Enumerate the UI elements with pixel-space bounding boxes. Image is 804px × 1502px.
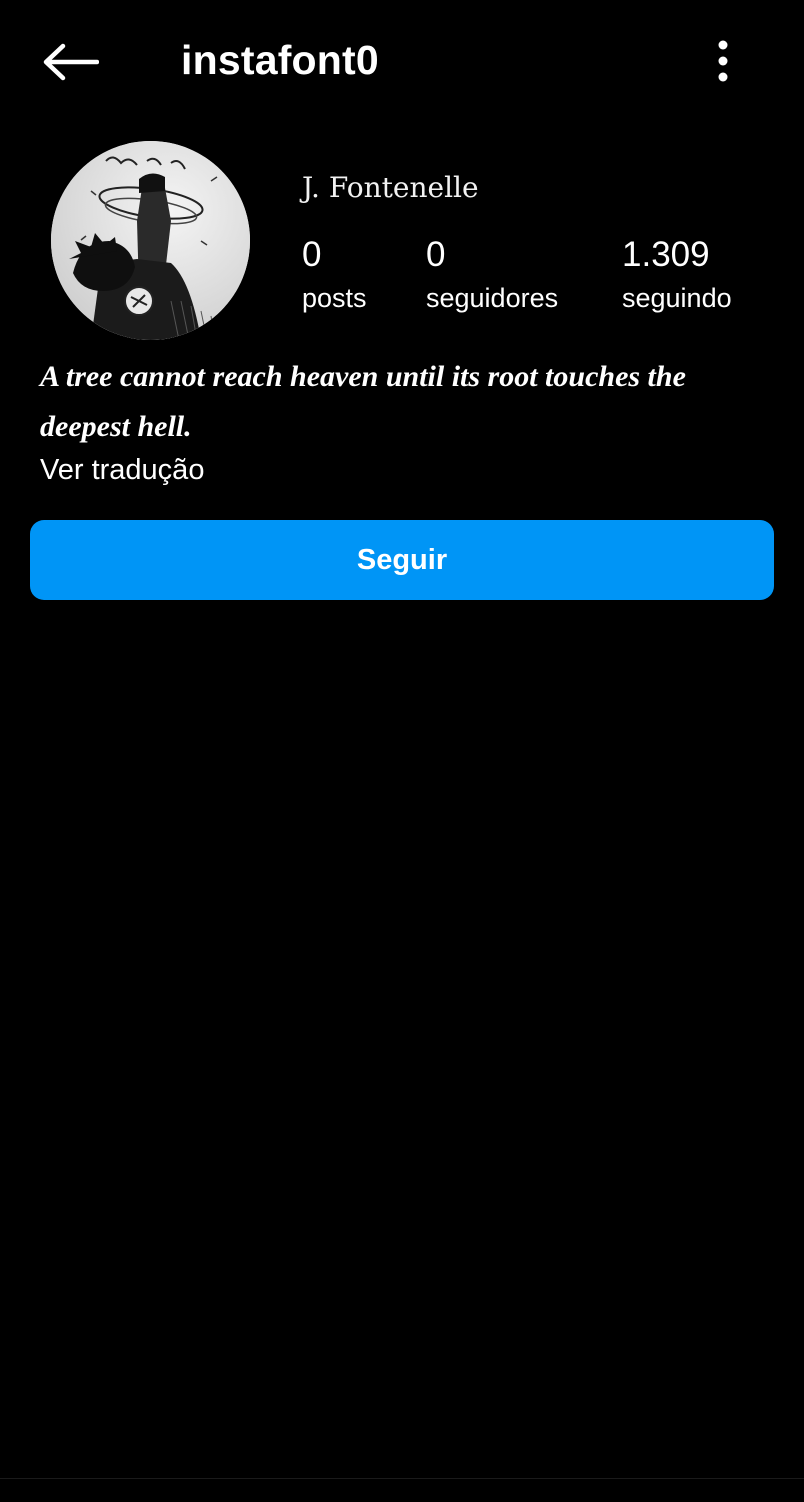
- stat-value: 0: [302, 235, 322, 274]
- profile-bio: A tree cannot reach heaven until its roo…: [40, 360, 686, 443]
- top-bar: instafont0: [0, 0, 804, 120]
- profile-username: instafont0: [181, 37, 379, 83]
- follow-button[interactable]: Seguir: [30, 520, 774, 600]
- stat-label: seguidores: [426, 283, 559, 313]
- more-vertical-icon: [718, 40, 728, 82]
- more-options-button[interactable]: [698, 32, 748, 90]
- stat-posts[interactable]: 0 posts: [302, 232, 367, 318]
- display-name: J. Fontenelle: [302, 171, 479, 204]
- divider: [0, 1478, 804, 1479]
- see-translation-link[interactable]: Ver tradução: [40, 450, 204, 490]
- stat-label: seguindo: [622, 283, 732, 313]
- stat-value: 1.309: [622, 235, 710, 274]
- stat-label: posts: [302, 283, 367, 313]
- stat-followers[interactable]: 0 seguidores: [426, 232, 558, 318]
- stat-value: 0: [426, 235, 446, 274]
- avatar-image: [51, 141, 250, 340]
- back-button[interactable]: [30, 30, 110, 94]
- stat-following[interactable]: 1.309 seguindo: [622, 232, 732, 318]
- arrow-left-icon: [43, 43, 99, 81]
- avatar[interactable]: [51, 141, 250, 340]
